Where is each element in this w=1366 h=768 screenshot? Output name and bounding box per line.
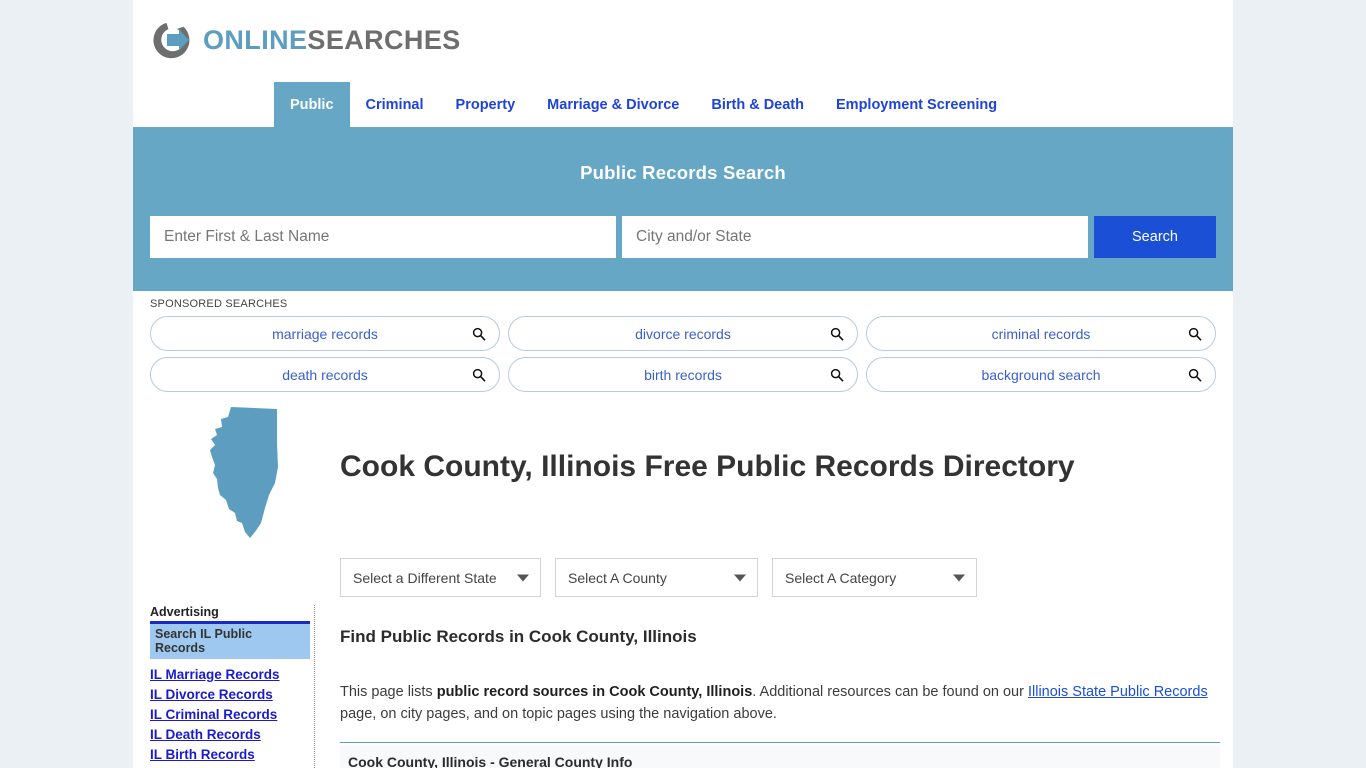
general-county-info-title: Cook County, Illinois - General County I… bbox=[348, 754, 633, 768]
select-category-value: Select A Category bbox=[785, 569, 897, 586]
chevron-down-icon bbox=[953, 574, 965, 581]
select-county-dropdown[interactable]: Select A County bbox=[555, 558, 758, 597]
magnifier-icon bbox=[830, 368, 844, 382]
nav-item-property[interactable]: Property bbox=[440, 82, 532, 127]
general-county-info-panel: Cook County, Illinois - General County I… bbox=[340, 746, 1220, 768]
content-column: ONLINESEARCHES Public Criminal Property … bbox=[133, 0, 1233, 768]
circle-arrow-logo-icon bbox=[150, 18, 194, 62]
nav-item-public[interactable]: Public bbox=[274, 82, 350, 127]
magnifier-icon bbox=[1188, 327, 1202, 341]
sponsored-pill-marriage-records[interactable]: marriage records bbox=[150, 316, 500, 351]
ad-link-il-birth-records[interactable]: IL Birth Records bbox=[150, 747, 310, 762]
sponsored-row-1: marriage records divorce records crimina… bbox=[150, 316, 1216, 351]
public-records-search-banner: Public Records Search Search bbox=[133, 127, 1233, 291]
logo-wordmark: ONLINESEARCHES bbox=[203, 24, 461, 55]
nav-item-marriage-divorce[interactable]: Marriage & Divorce bbox=[531, 82, 695, 127]
pill-label: criminal records bbox=[991, 325, 1091, 342]
search-form: Search bbox=[150, 216, 1216, 258]
illinois-state-map-icon bbox=[195, 405, 305, 540]
sponsored-pill-background-search[interactable]: background search bbox=[866, 357, 1216, 392]
logo-word-online: ONLINE bbox=[203, 24, 308, 55]
section-heading: Find Public Records in Cook County, Illi… bbox=[340, 627, 697, 646]
chevron-down-icon bbox=[517, 574, 529, 581]
pill-label: birth records bbox=[644, 366, 722, 383]
select-state-value: Select a Different State bbox=[353, 569, 497, 586]
advertising-sidebar: Advertising Search IL Public Records IL … bbox=[150, 605, 315, 768]
filter-dropdown-row: Select a Different State Select A County… bbox=[340, 558, 977, 597]
paragraph-part-3: page, on city pages, and on topic pages … bbox=[340, 706, 777, 723]
ad-link-il-death-records[interactable]: IL Death Records bbox=[150, 727, 310, 742]
logo-word-searches: SEARCHES bbox=[307, 24, 461, 55]
sponsored-pill-birth-records[interactable]: birth records bbox=[508, 357, 858, 392]
section-divider bbox=[340, 742, 1220, 743]
pill-label: death records bbox=[282, 366, 368, 383]
sponsored-pill-criminal-records[interactable]: criminal records bbox=[866, 316, 1216, 351]
pill-label: marriage records bbox=[272, 325, 378, 342]
primary-navigation: Public Criminal Property Marriage & Divo… bbox=[133, 82, 1233, 127]
search-submit-button[interactable]: Search bbox=[1094, 216, 1216, 258]
pill-label: background search bbox=[981, 366, 1101, 383]
sponsored-pill-death-records[interactable]: death records bbox=[150, 357, 500, 392]
select-county-value: Select A County bbox=[568, 569, 667, 586]
nav-item-birth-death[interactable]: Birth & Death bbox=[695, 82, 820, 127]
chevron-down-icon bbox=[734, 574, 746, 581]
ad-link-il-marriage-records[interactable]: IL Marriage Records bbox=[150, 667, 310, 682]
pill-label: divorce records bbox=[635, 325, 731, 342]
search-name-input[interactable] bbox=[150, 216, 616, 258]
ad-heading: Search IL Public Records bbox=[150, 621, 310, 659]
site-logo[interactable]: ONLINESEARCHES bbox=[150, 18, 461, 62]
page-title: Cook County, Illinois Free Public Record… bbox=[340, 450, 1075, 484]
nav-item-criminal[interactable]: Criminal bbox=[350, 82, 440, 127]
page-root: ONLINESEARCHES Public Criminal Property … bbox=[0, 0, 1366, 768]
select-category-dropdown[interactable]: Select A Category bbox=[772, 558, 977, 597]
advertising-label: Advertising bbox=[150, 605, 219, 619]
illinois-state-public-records-link[interactable]: Illinois State Public Records bbox=[1028, 684, 1208, 700]
intro-paragraph: This page lists public record sources in… bbox=[340, 681, 1220, 726]
magnifier-icon bbox=[1188, 368, 1202, 382]
magnifier-icon bbox=[830, 327, 844, 341]
search-city-input[interactable] bbox=[622, 216, 1088, 258]
ad-link-il-divorce-records[interactable]: IL Divorce Records bbox=[150, 687, 310, 702]
sponsored-searches: SPONSORED SEARCHES marriage records divo… bbox=[133, 291, 1233, 398]
site-header: ONLINESEARCHES bbox=[133, 0, 1233, 82]
nav-item-employment-screening[interactable]: Employment Screening bbox=[820, 82, 1013, 127]
banner-title: Public Records Search bbox=[580, 162, 786, 183]
paragraph-bold-phrase: public record sources in Cook County, Il… bbox=[436, 684, 753, 700]
magnifier-icon bbox=[472, 368, 486, 382]
magnifier-icon bbox=[472, 327, 486, 341]
select-state-dropdown[interactable]: Select a Different State bbox=[340, 558, 541, 597]
ad-link-list: IL Marriage Records IL Divorce Records I… bbox=[150, 667, 310, 762]
paragraph-part-1: This page lists bbox=[340, 684, 437, 700]
sponsored-pill-divorce-records[interactable]: divorce records bbox=[508, 316, 858, 351]
paragraph-part-2: . Additional resources can be found on o… bbox=[752, 684, 1028, 700]
sponsored-row-2: death records birth records background s… bbox=[150, 357, 1216, 392]
sponsored-searches-label: SPONSORED SEARCHES bbox=[150, 298, 288, 310]
ad-link-il-criminal-records[interactable]: IL Criminal Records bbox=[150, 707, 310, 722]
